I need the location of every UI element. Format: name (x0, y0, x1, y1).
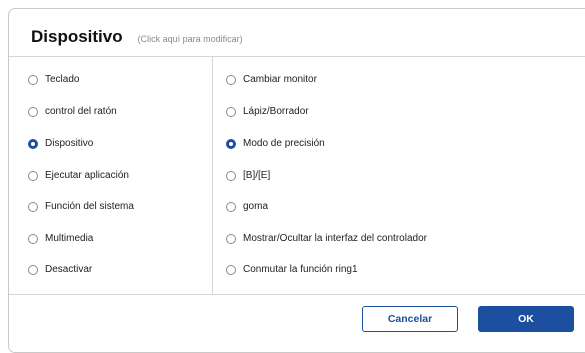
option-dispositivo[interactable]: Dispositivo (28, 138, 93, 149)
radio-icon[interactable] (226, 201, 236, 212)
option-label: Multimedia (45, 233, 94, 244)
option-label: control del ratón (45, 106, 117, 117)
radio-icon[interactable] (28, 201, 38, 212)
footer-divider (9, 294, 585, 295)
radio-icon[interactable] (226, 264, 236, 275)
modify-hint-link[interactable]: (Click aquí para modificar) (138, 34, 243, 44)
radio-icon[interactable] (226, 233, 236, 244)
option-label: Modo de precisión (243, 138, 325, 149)
option-cambiar-monitor[interactable]: Cambiar monitor (226, 74, 317, 85)
option-label: Dispositivo (45, 138, 94, 149)
dialog-header: Dispositivo (Click aquí para modificar) (31, 27, 243, 47)
radio-icon[interactable] (226, 106, 236, 117)
radio-icon[interactable] (28, 74, 38, 85)
option-teclado[interactable]: Teclado (28, 74, 79, 85)
cancel-button[interactable]: Cancelar (362, 306, 458, 332)
option-label: Cambiar monitor (243, 74, 317, 85)
option-modo-de-precision[interactable]: Modo de precisión (226, 138, 325, 149)
option-label: Desactivar (45, 264, 93, 275)
option-multimedia[interactable]: Multimedia (28, 233, 93, 244)
radio-icon[interactable] (28, 170, 38, 181)
option-conmutar-ring1[interactable]: Conmutar la función ring1 (226, 264, 358, 275)
option-label: goma (243, 201, 269, 212)
option-label: Conmutar la función ring1 (243, 264, 358, 275)
radio-icon[interactable] (226, 170, 236, 181)
option-funcion-del-sistema[interactable]: Función del sistema (28, 201, 134, 212)
radio-icon[interactable] (28, 233, 38, 244)
radio-icon[interactable] (28, 264, 38, 275)
option-label: Teclado (45, 74, 80, 85)
option-label: Mostrar/Ocultar la interfaz del controla… (243, 233, 427, 244)
option-goma[interactable]: goma (226, 201, 268, 212)
option-label: Ejecutar aplicación (45, 170, 129, 181)
option-label: Lápiz/Borrador (243, 106, 309, 117)
option-label: [B]/[E] (243, 170, 271, 181)
column-divider (212, 57, 213, 294)
radio-selected-icon[interactable] (28, 138, 38, 149)
option-control-del-raton[interactable]: control del ratón (28, 106, 117, 117)
ok-button[interactable]: OK (478, 306, 574, 332)
option-mostrar-ocultar-interfaz[interactable]: Mostrar/Ocultar la interfaz del controla… (226, 233, 427, 244)
option-b-e[interactable]: [B]/[E] (226, 170, 270, 181)
option-ejecutar-aplicacion[interactable]: Ejecutar aplicación (28, 170, 129, 181)
option-desactivar[interactable]: Desactivar (28, 264, 92, 275)
radio-icon[interactable] (226, 74, 236, 85)
radio-icon[interactable] (28, 106, 38, 117)
header-divider (9, 56, 585, 57)
radio-selected-icon[interactable] (226, 138, 236, 149)
option-label: Función del sistema (45, 201, 134, 212)
dialog-title: Dispositivo (31, 27, 123, 46)
option-lapiz-borrador[interactable]: Lápiz/Borrador (226, 106, 309, 117)
